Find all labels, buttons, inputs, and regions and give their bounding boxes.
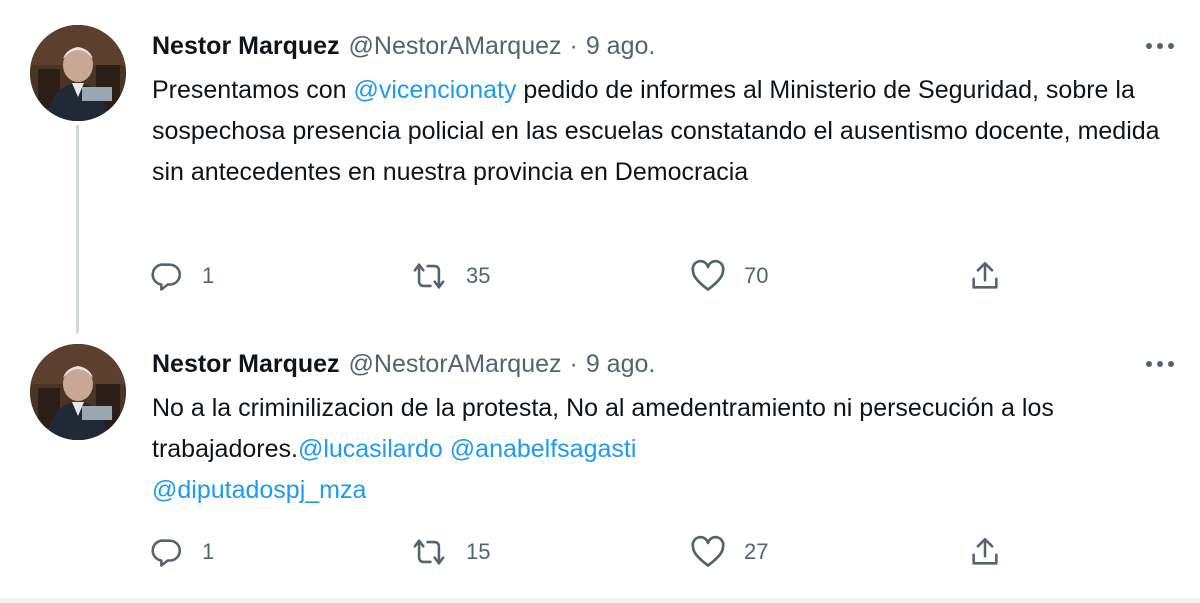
more-options-button[interactable] — [1142, 34, 1178, 58]
tweet[interactable]: Nestor Marquez @NestorAMarquez · 9 ago. … — [0, 332, 1200, 598]
mention-link[interactable]: @lucasilardo — [298, 435, 443, 463]
retweet-count: 35 — [466, 263, 491, 288]
tweet-text-segment: Presentamos con — [152, 76, 354, 104]
tweet-text: No a la criminilizacion de la protesta, … — [152, 388, 1162, 511]
tweet-header: Nestor Marquez @NestorAMarquez · 9 ago. — [152, 26, 655, 66]
more-options-icon — [1146, 361, 1174, 367]
reply-count: 1 — [202, 263, 215, 288]
author-name[interactable]: Nestor Marquez — [152, 350, 340, 379]
retweet-button[interactable]: 15 — [410, 532, 490, 572]
mention-link[interactable]: @vicencionaty — [354, 76, 517, 104]
tweet-actions: 1 15 27 — [150, 532, 1010, 572]
tweet-text: Presentamos con @vicencionaty pedido de … — [152, 70, 1162, 193]
header-separator: · — [569, 349, 578, 378]
heart-icon — [691, 535, 725, 567]
bottom-divider — [0, 598, 1200, 603]
reply-count: 1 — [202, 539, 215, 564]
reply-icon — [151, 263, 182, 291]
like-button[interactable]: 27 — [690, 532, 768, 572]
avatar[interactable] — [30, 25, 126, 121]
avatar[interactable] — [30, 344, 126, 440]
author-handle[interactable]: @NestorAMarquez — [349, 350, 562, 379]
reply-button[interactable]: 1 — [150, 532, 214, 572]
share-icon — [972, 537, 998, 565]
more-options-button[interactable] — [1142, 352, 1178, 376]
tweet-actions: 1 35 70 — [150, 256, 1010, 296]
like-button[interactable]: 70 — [690, 256, 768, 296]
reply-button[interactable]: 1 — [150, 256, 214, 296]
retweet-icon — [413, 539, 445, 565]
retweet-icon — [413, 263, 445, 289]
more-options-icon — [1146, 43, 1174, 49]
share-button[interactable] — [968, 532, 1002, 572]
share-icon — [972, 261, 998, 289]
share-button[interactable] — [968, 256, 1002, 296]
author-name[interactable]: Nestor Marquez — [152, 32, 340, 61]
author-handle[interactable]: @NestorAMarquez — [349, 32, 562, 61]
avatar-photo — [30, 25, 126, 121]
retweet-count: 15 — [466, 539, 491, 564]
header-separator: · — [569, 31, 578, 60]
like-count: 27 — [744, 539, 769, 564]
avatar-photo — [30, 344, 126, 440]
retweet-button[interactable]: 35 — [410, 256, 490, 296]
tweet-timestamp[interactable]: 9 ago. — [586, 32, 656, 61]
tweet-header: Nestor Marquez @NestorAMarquez · 9 ago. — [152, 344, 655, 384]
reply-icon — [151, 539, 182, 567]
tweet[interactable]: Nestor Marquez @NestorAMarquez · 9 ago. … — [0, 0, 1200, 332]
heart-icon — [691, 259, 725, 291]
mention-link[interactable]: @diputadospj_mza — [152, 476, 366, 504]
tweet-timestamp[interactable]: 9 ago. — [586, 350, 656, 379]
like-count: 70 — [744, 263, 769, 288]
mention-link[interactable]: @anabelfsagasti — [450, 435, 637, 463]
